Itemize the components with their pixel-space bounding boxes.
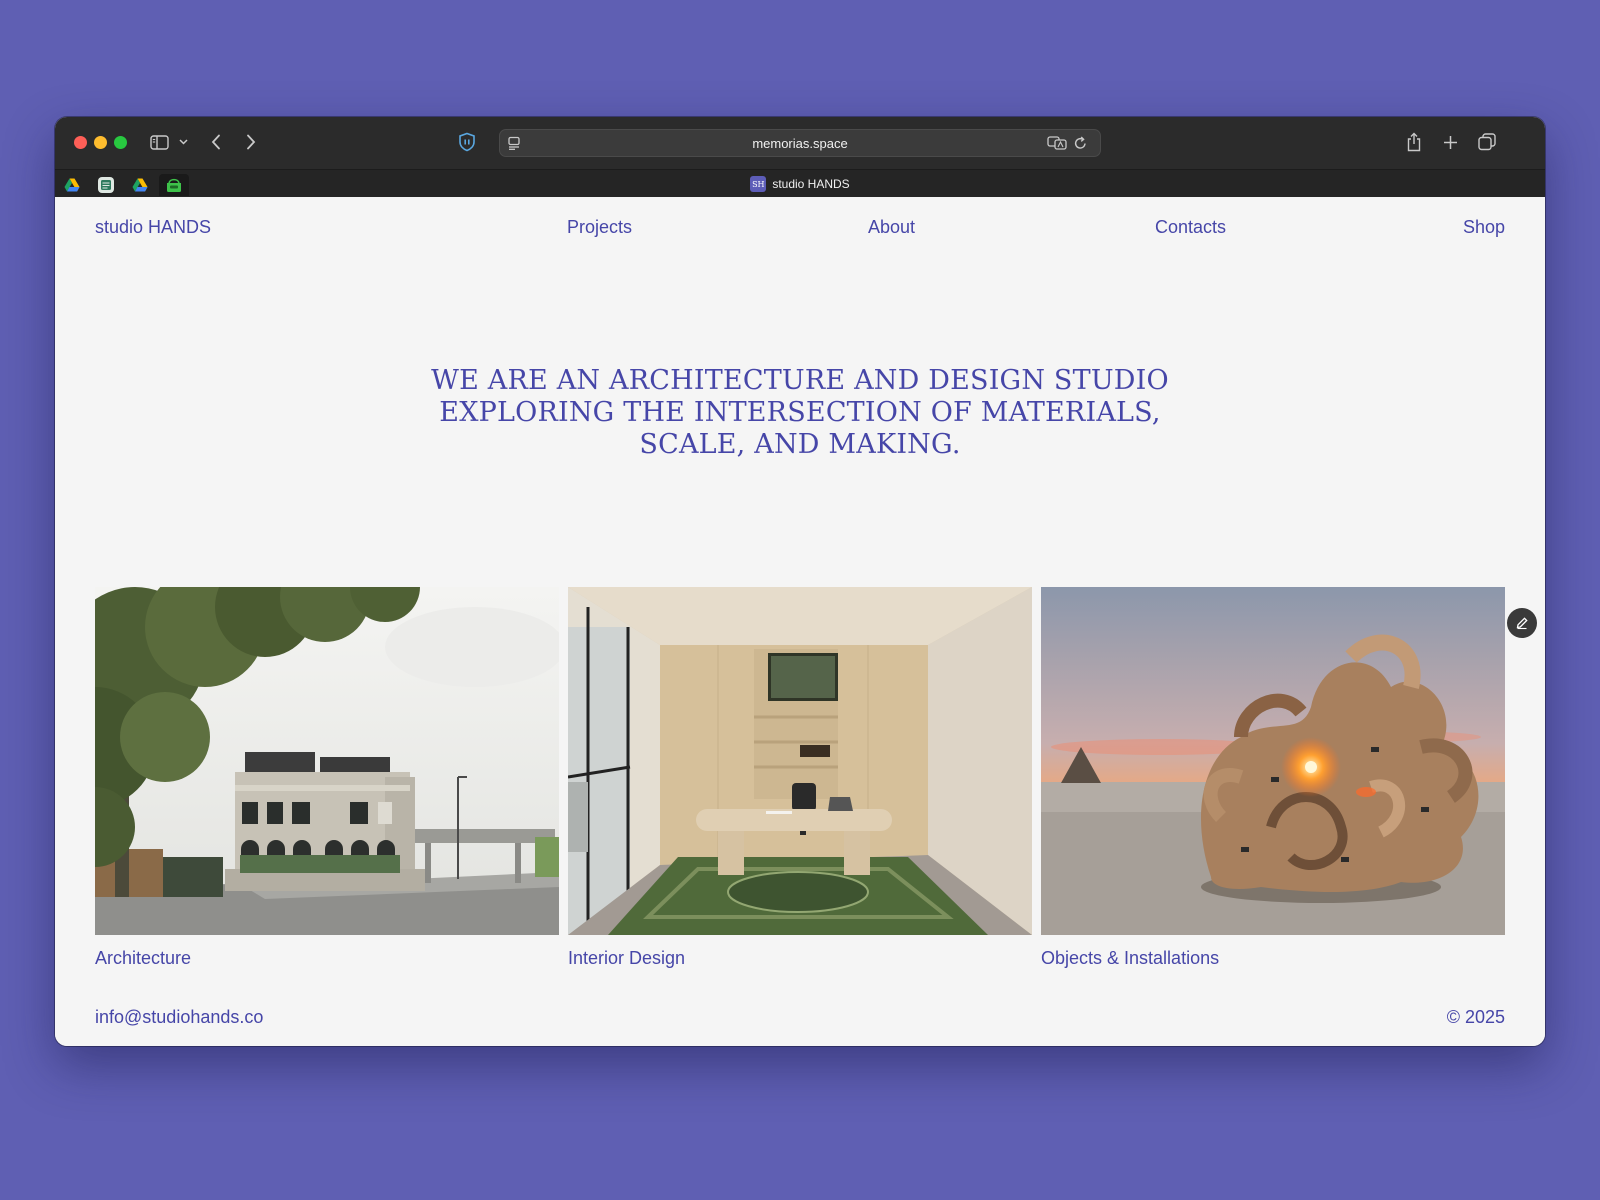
interior-design-photo[interactable]	[568, 587, 1032, 935]
close-window-button[interactable]	[74, 136, 87, 149]
active-tab[interactable]: SH studio HANDS	[55, 170, 1545, 198]
objects-installations-photo[interactable]	[1041, 587, 1505, 935]
project-card-interior-design[interactable]: Interior Design	[568, 587, 1032, 969]
footer-copyright: © 2025	[1446, 1007, 1505, 1027]
maximize-window-button[interactable]	[114, 136, 127, 149]
back-icon[interactable]	[207, 131, 225, 153]
shield-icon[interactable]	[457, 131, 477, 153]
footer-email[interactable]: info@studiohands.co	[95, 1007, 263, 1028]
card-caption[interactable]: Interior Design	[568, 948, 1032, 969]
address-bar[interactable]: memorias.space	[499, 129, 1101, 157]
nav-shop[interactable]: Shop	[1463, 217, 1505, 238]
card-caption[interactable]: Architecture	[95, 948, 559, 969]
nav-projects[interactable]: Projects	[567, 217, 632, 238]
chevron-down-icon[interactable]	[177, 135, 189, 149]
browser-toolbar: memorias.space SH studio HANDS	[55, 117, 1545, 197]
site-logo[interactable]: studio HANDS	[95, 217, 211, 238]
hero-line: SCALE, AND MAKING.	[639, 429, 961, 460]
nav-contacts[interactable]: Contacts	[1155, 217, 1226, 238]
tab-title: studio HANDS	[772, 177, 850, 191]
architecture-photo[interactable]	[95, 587, 559, 935]
share-icon[interactable]	[1404, 130, 1424, 154]
forward-icon[interactable]	[242, 131, 260, 153]
minimize-window-button[interactable]	[94, 136, 107, 149]
edit-pencil-icon[interactable]	[1507, 608, 1537, 638]
tab-overview-icon[interactable]	[1476, 131, 1498, 153]
tab-bar: SH studio HANDS	[55, 169, 1545, 197]
project-card-objects-installations[interactable]: Objects & Installations	[1041, 587, 1505, 969]
project-card-architecture[interactable]: Architecture	[95, 587, 559, 969]
url-text[interactable]: memorias.space	[500, 130, 1100, 156]
card-caption[interactable]: Objects & Installations	[1041, 948, 1505, 969]
translate-icon[interactable]	[1046, 135, 1068, 151]
hero-statement: WE ARE AN ARCHITECTURE AND DESIGN STUDIO…	[55, 365, 1545, 461]
browser-window: memorias.space SH studio HANDS studio HA…	[55, 117, 1545, 1046]
nav-about[interactable]: About	[868, 217, 915, 238]
hero-line: EXPLORING THE INTERSECTION OF MATERIALS,	[439, 397, 1161, 428]
new-tab-icon[interactable]	[1440, 132, 1460, 152]
sidebar-toggle-icon[interactable]	[149, 133, 169, 151]
tab-favicon: SH	[750, 176, 767, 192]
reload-icon[interactable]	[1072, 135, 1088, 151]
web-page: studio HANDS Projects About Contacts Sho…	[55, 197, 1545, 1046]
hero-line: WE ARE AN ARCHITECTURE AND DESIGN STUDIO	[431, 365, 1169, 396]
